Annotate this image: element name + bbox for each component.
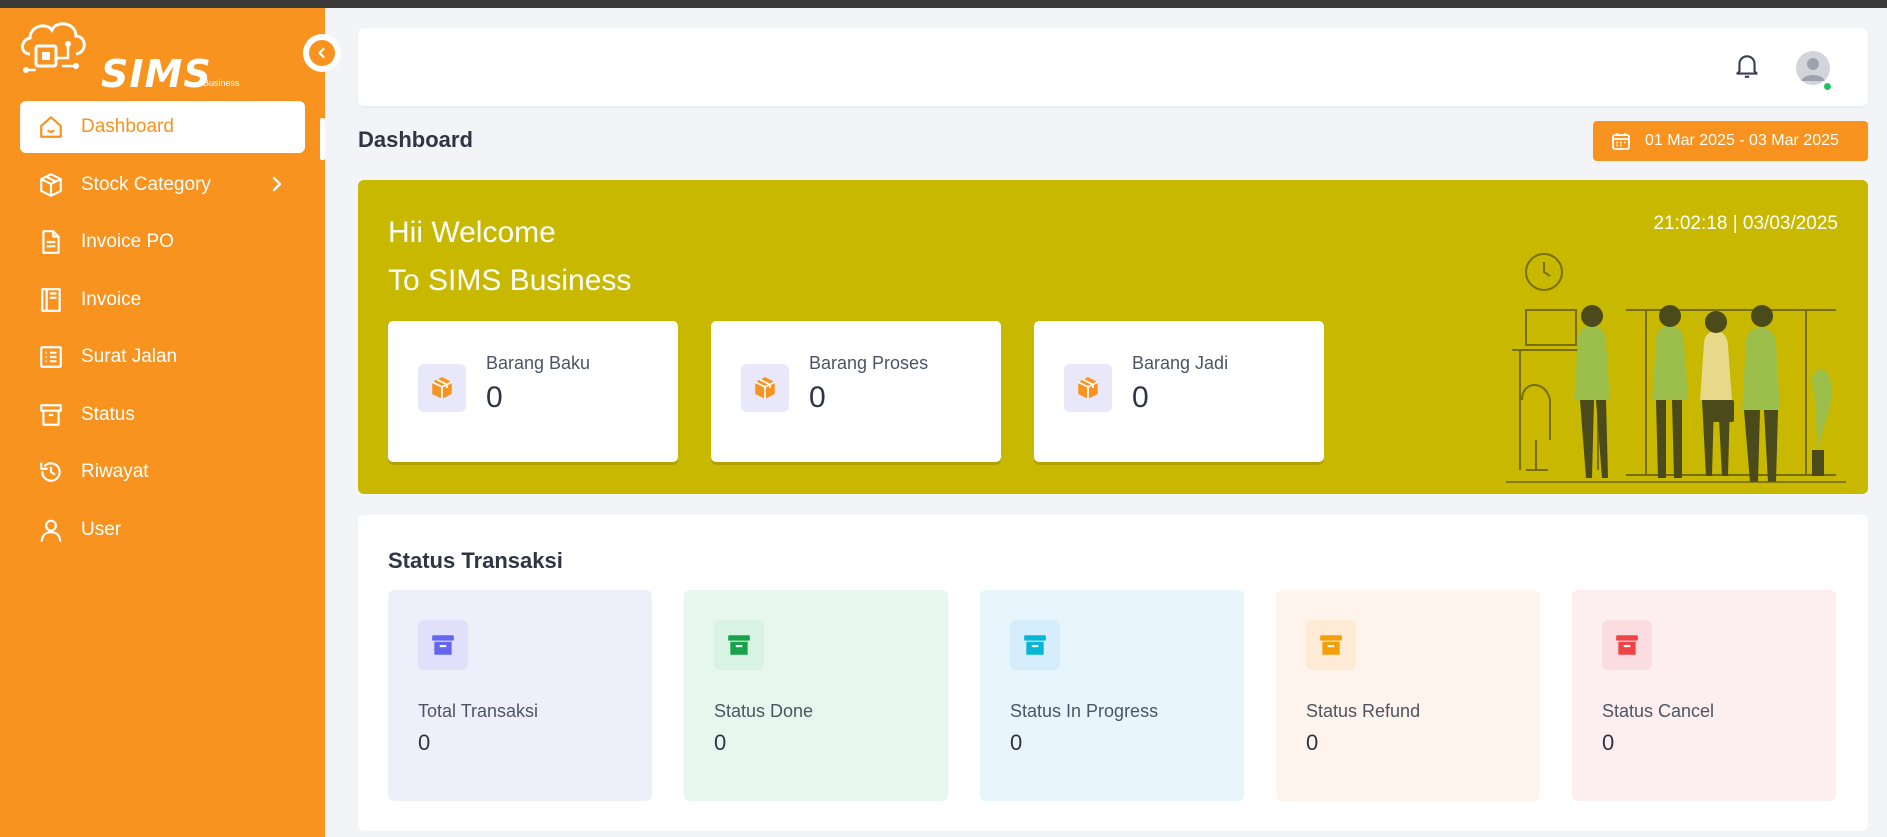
stock-card-label: Barang Baku <box>486 353 591 373</box>
logo-subtitle: Business <box>203 78 240 88</box>
window-top-strip <box>0 0 1887 8</box>
date-range-button[interactable]: 01 Mar 2025 - 03 Mar 2025 <box>1593 121 1868 161</box>
book-icon <box>38 287 64 313</box>
package-icon <box>418 364 466 412</box>
stock-card-value: 0 <box>486 381 503 414</box>
sidebar-item-label: Dashboard <box>81 116 174 137</box>
sidebar-edge-marker <box>320 118 325 160</box>
archive-box-icon <box>1010 620 1060 670</box>
home-icon <box>38 114 64 140</box>
status-card-label: Status Done <box>714 701 814 721</box>
stock-card-value: 0 <box>809 381 826 414</box>
app-logo[interactable]: SIMS Business <box>18 16 240 96</box>
welcome-banner: Hii Welcome To SIMS Business 21:02:18 | … <box>358 180 1868 494</box>
status-card-value: 0 <box>1602 730 1615 755</box>
status-card-cancel[interactable]: Status Cancel 0 <box>1572 590 1836 801</box>
status-card-value: 0 <box>1010 730 1023 755</box>
team-illustration <box>1506 253 1846 483</box>
archive-box-icon <box>714 620 764 670</box>
status-card-label: Total Transaksi <box>418 701 539 721</box>
avatar[interactable] <box>1796 51 1830 85</box>
sidebar-collapse-button[interactable] <box>303 34 341 72</box>
page-title: Dashboard <box>358 127 473 152</box>
list-icon <box>38 344 64 370</box>
sidebar: SIMS Business Dashboard Stock Category I… <box>0 8 341 837</box>
logo-text: SIMS <box>101 52 212 96</box>
calendar-icon <box>1611 131 1631 151</box>
archive-icon <box>38 402 64 428</box>
sidebar-item-label: Invoice PO <box>81 231 174 252</box>
sidebar-item-riwayat[interactable]: Riwayat <box>20 446 305 498</box>
stock-card-barang-jadi[interactable]: Barang Jadi 0 <box>1034 321 1324 462</box>
package-icon <box>741 364 789 412</box>
status-card-value: 0 <box>1306 730 1319 755</box>
stock-card-label: Barang Jadi <box>1132 353 1229 373</box>
history-icon <box>38 459 64 485</box>
sidebar-item-invoice[interactable]: Invoice <box>20 274 305 326</box>
status-card-value: 0 <box>714 730 727 755</box>
stock-card-label: Barang Proses <box>809 353 929 373</box>
status-card-total-transaksi[interactable]: Total Transaksi 0 <box>388 590 652 801</box>
sidebar-item-surat-jalan[interactable]: Surat Jalan <box>20 331 305 383</box>
status-card-label: Status Cancel <box>1602 701 1715 721</box>
stock-card-value: 0 <box>1132 381 1149 414</box>
stock-card-barang-proses[interactable]: Barang Proses 0 <box>711 321 1001 462</box>
status-card-refund[interactable]: Status Refund 0 <box>1276 590 1540 801</box>
sidebar-item-invoice-po[interactable]: Invoice PO <box>20 216 305 268</box>
sidebar-item-label: User <box>81 518 122 540</box>
date-range-label: 01 Mar 2025 - 03 Mar 2025 <box>1645 132 1839 149</box>
sidebar-item-label: Surat Jalan <box>81 346 178 367</box>
sidebar-item-label: Riwayat <box>81 461 149 482</box>
sidebar-item-label: Invoice <box>81 288 142 310</box>
status-panel-title: Status Transaksi <box>388 548 563 573</box>
status-card-value: 0 <box>418 730 431 755</box>
welcome-line-2: To SIMS Business <box>388 264 632 297</box>
status-card-done[interactable]: Status Done 0 <box>684 590 948 801</box>
top-header <box>358 28 1868 106</box>
status-card-label: Status Refund <box>1306 701 1421 721</box>
archive-box-icon <box>1306 620 1356 670</box>
sidebar-item-dashboard[interactable]: Dashboard <box>20 101 305 153</box>
status-card-label: Status In Progress <box>1010 701 1159 721</box>
chevron-right-icon <box>271 175 283 199</box>
sidebar-item-label: Status <box>81 403 135 425</box>
online-status-dot <box>1822 81 1833 92</box>
bell-icon[interactable] <box>1734 52 1760 85</box>
sidebar-item-user[interactable]: User <box>20 504 305 556</box>
archive-box-icon <box>1602 620 1652 670</box>
document-icon <box>38 229 64 255</box>
logo-mark-icon <box>21 22 86 73</box>
status-card-in-progress[interactable]: Status In Progress 0 <box>980 590 1244 801</box>
status-transaksi-panel: Status Transaksi Total Transaksi 0 Statu… <box>358 515 1868 831</box>
welcome-line-1: Hii Welcome <box>388 216 556 249</box>
stock-card-barang-baku[interactable]: Barang Baku 0 <box>388 321 678 462</box>
clock-readout: 21:02:18 | 03/03/2025 <box>1653 213 1838 234</box>
sidebar-nav: Dashboard Stock Category Invoice PO Invo… <box>20 101 305 561</box>
chevron-left-icon <box>309 40 335 66</box>
archive-box-icon <box>418 620 468 670</box>
package-icon <box>1064 364 1112 412</box>
box-icon <box>38 172 64 198</box>
user-icon <box>38 517 64 543</box>
sidebar-item-label: Stock Category <box>81 173 211 195</box>
sidebar-item-stock-category[interactable]: Stock Category <box>20 159 305 211</box>
sidebar-item-status[interactable]: Status <box>20 389 305 441</box>
